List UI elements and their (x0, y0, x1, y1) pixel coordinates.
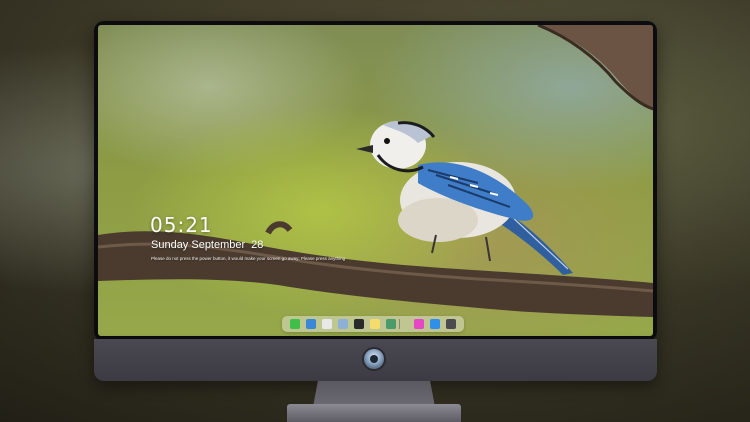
claquette-icon[interactable] (354, 319, 364, 329)
finder-icon[interactable] (306, 319, 316, 329)
unlock-hint: Please do not press the power button, it… (151, 256, 346, 261)
chrome-icon[interactable] (322, 319, 332, 329)
itunes-icon[interactable] (414, 319, 424, 329)
wallpaper-bird (98, 25, 653, 317)
messages-icon[interactable] (290, 319, 300, 329)
lock-date: Sunday September 28 (151, 239, 263, 251)
camera-icon[interactable] (446, 319, 456, 329)
app-store-icon[interactable] (430, 319, 440, 329)
dock-separator (399, 319, 400, 329)
photos-icon[interactable] (386, 319, 396, 329)
lock-date-day: Sunday September (151, 239, 246, 251)
monitor-stand-base (287, 404, 461, 422)
preview-icon[interactable] (338, 319, 348, 329)
lock-clock: 05:21 (150, 213, 213, 237)
dock (282, 316, 464, 332)
lock-date-number: 28 (251, 239, 264, 251)
brand-logo-icon (364, 349, 384, 369)
lock-screen[interactable]: 05:21 Sunday September 28 Please do not p… (98, 25, 653, 336)
notes-icon[interactable] (370, 319, 380, 329)
